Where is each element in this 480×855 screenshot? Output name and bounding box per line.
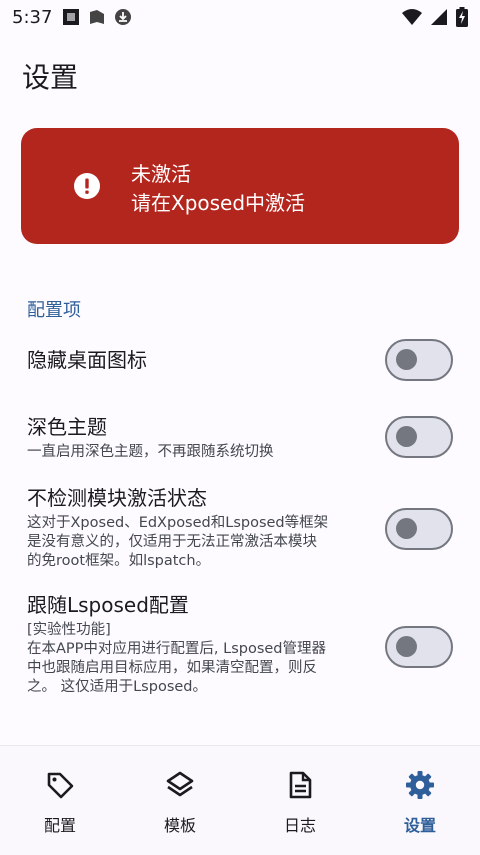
status-time: 5:37: [12, 6, 53, 28]
error-icon: [74, 173, 100, 199]
cellular-signal-icon: [431, 9, 447, 25]
nav-label: 模板: [163, 816, 196, 835]
app-notification-icon: [63, 9, 80, 25]
subtitle-line: 是没有意义的，仅适用于无法正常激活本模块: [27, 534, 317, 550]
nav-label: 日志: [283, 816, 316, 835]
activation-alert-card[interactable]: 未激活 请在Xposed中激活: [21, 128, 459, 244]
setting-title: 不检测模块激活状态: [27, 486, 207, 510]
layers-icon: [166, 771, 194, 797]
page-title: 设置: [22, 61, 79, 94]
switch-knob: [396, 518, 417, 539]
gear-icon: [406, 771, 434, 799]
alert-text: 未激活 请在Xposed中激活: [131, 160, 305, 218]
switch-knob: [396, 636, 417, 657]
setting-title: 跟随Lsposed配置: [27, 593, 189, 617]
subtitle-line: [实验性功能]: [27, 622, 111, 638]
setting-skip-activation-check[interactable]: 不检测模块激活状态 这对于Xposed、EdXposed和Lsposed等框架 …: [27, 485, 367, 571]
alert-message: 请在Xposed中激活: [131, 191, 306, 215]
setting-follow-lsposed[interactable]: 跟随Lsposed配置 [实验性功能] 在本APP中对应用进行配置后, Lspo…: [27, 592, 367, 697]
subtitle-line: 的免root框架。如lspatch。: [27, 553, 211, 569]
nav-label: 配置: [43, 816, 76, 835]
subtitle-line: 在本APP中对应用进行配置后, Lsposed管理器: [27, 641, 327, 657]
setting-subtitle: 这对于Xposed、EdXposed和Lsposed等框架 是没有意义的，仅适用…: [27, 514, 367, 571]
battery-charging-icon: [456, 7, 468, 27]
switch-knob: [396, 426, 417, 447]
nav-item-logs[interactable]: 日志: [240, 746, 360, 855]
section-header: 配置项: [27, 300, 81, 321]
dark-theme-switch[interactable]: [385, 416, 453, 458]
folded-map-icon: [90, 10, 105, 24]
nav-item-settings[interactable]: 设置: [360, 746, 480, 855]
switch-knob: [396, 349, 417, 370]
setting-subtitle: 一直启用深色主题，不再跟随系统切换: [27, 444, 274, 460]
nav-item-templates[interactable]: 模板: [120, 746, 240, 855]
skip-activation-check-switch[interactable]: [385, 508, 453, 550]
bottom-navigation: 配置 模板 日志 设置: [0, 746, 480, 855]
download-icon: [115, 9, 132, 25]
setting-subtitle: [实验性功能] 在本APP中对应用进行配置后, Lsposed管理器 中也跟随启…: [27, 621, 367, 697]
setting-dark-theme[interactable]: 深色主题 一直启用深色主题，不再跟随系统切换: [27, 414, 367, 462]
status-bar: 5:37: [0, 0, 480, 34]
setting-hide-launcher-icon[interactable]: 隐藏桌面图标: [27, 347, 367, 373]
nav-label: 设置: [403, 816, 436, 835]
subtitle-line: 这对于Xposed、EdXposed和Lsposed等框架: [27, 515, 329, 531]
subtitle-line: 之。 这仅适用于Lsposed。: [27, 679, 207, 695]
nav-item-config[interactable]: 配置: [0, 746, 120, 855]
wifi-icon: [402, 9, 422, 25]
tag-icon: [47, 772, 74, 799]
follow-lsposed-switch[interactable]: [385, 626, 453, 668]
setting-title: 深色主题: [27, 415, 107, 439]
document-icon: [289, 771, 312, 799]
hide-launcher-icon-switch[interactable]: [385, 339, 453, 381]
setting-title: 隐藏桌面图标: [27, 348, 147, 372]
alert-title: 未激活: [131, 162, 191, 186]
subtitle-line: 中也跟随启用目标应用，如果清空配置，则反: [27, 660, 317, 676]
status-right: [402, 7, 468, 27]
